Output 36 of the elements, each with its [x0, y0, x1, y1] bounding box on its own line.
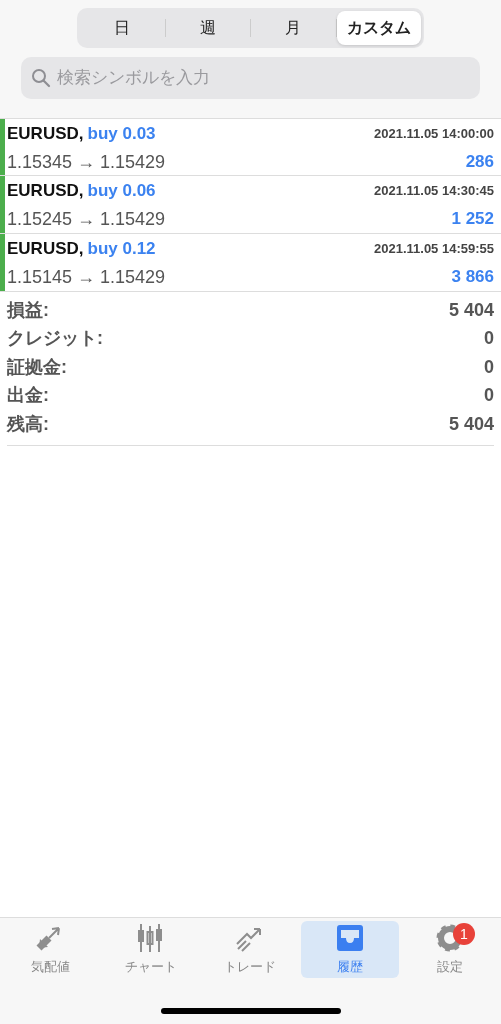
trade-prices: 1.15145 → 1.15429	[7, 265, 166, 289]
segment-tab[interactable]: 日	[80, 11, 165, 45]
tab-bar-item[interactable]: 気配値	[2, 921, 100, 978]
summary-label: 損益:	[7, 298, 49, 322]
summary-label: 証拠金:	[7, 355, 67, 379]
summary-value: 0	[484, 355, 494, 379]
tab-bar-item[interactable]: 履歴	[301, 921, 400, 978]
order-volume: buy 0.06	[87, 180, 156, 203]
trade-symbol: EURUSD,	[7, 180, 84, 203]
summary-label: 出金:	[7, 384, 49, 408]
trade-profit: 3 866	[451, 266, 494, 289]
segment-tab[interactable]: 週	[165, 11, 250, 45]
order-volume: buy 0.03	[87, 123, 156, 146]
summary-value: 0	[484, 327, 494, 351]
summary-value: 0	[484, 384, 494, 408]
trade-symbol: EURUSD,	[7, 238, 84, 261]
tab-bar-item[interactable]: チャート	[101, 921, 200, 978]
trade-time: 2021.11.05 14:30:45	[374, 182, 494, 201]
segment-tab[interactable]: カスタム	[336, 11, 421, 45]
summary-value: 5 404	[448, 298, 494, 322]
summary-label: クレジット:	[7, 327, 103, 351]
trade-symbol: EURUSD,	[7, 123, 84, 146]
segment-tab[interactable]: 月	[251, 11, 336, 45]
order-volume: buy 0.12	[87, 238, 156, 261]
trade-profit: 286	[465, 151, 494, 174]
summary-value: 5 404	[448, 412, 494, 436]
trade-time: 2021.11.05 14:00:00	[374, 125, 494, 144]
notification-badge: 1	[453, 923, 475, 945]
trade-prices: 1.15345 → 1.15429	[7, 150, 166, 174]
search-field[interactable]: 検索シンボルを入力	[21, 57, 480, 99]
trade-time: 2021.11.05 14:59:55	[374, 240, 494, 259]
summary-label: 残高:	[7, 412, 49, 436]
trade-prices: 1.15245 → 1.15429	[7, 207, 166, 231]
trade-profit: 1 252	[451, 208, 494, 231]
tab-bar-item[interactable]: 設定 1	[401, 921, 499, 978]
tab-bar-item[interactable]: トレード	[201, 921, 300, 978]
